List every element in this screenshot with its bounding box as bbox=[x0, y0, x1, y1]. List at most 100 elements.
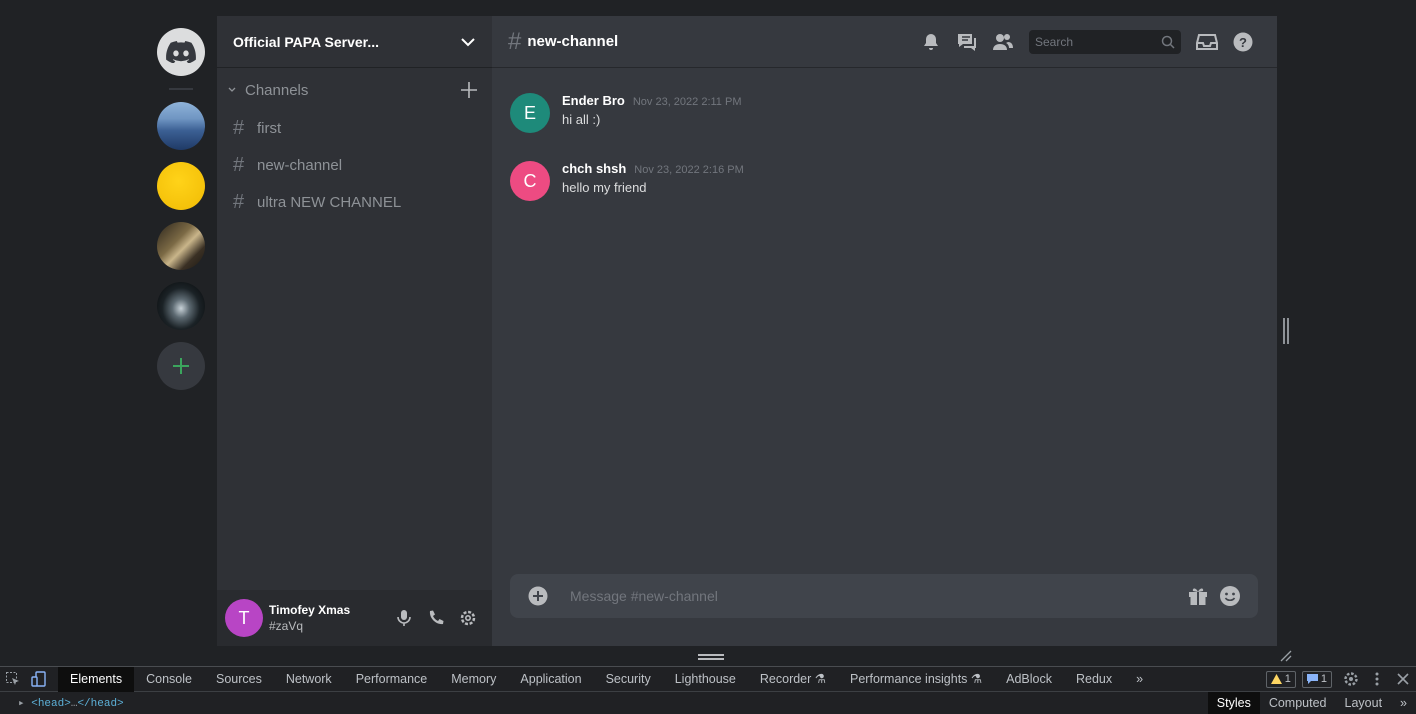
bell-icon bbox=[924, 33, 938, 50]
warning-icon bbox=[1270, 674, 1282, 684]
chevron-down-small-icon bbox=[228, 87, 236, 92]
expand-triangle-icon: ▸ bbox=[18, 698, 25, 710]
notification-settings-button[interactable] bbox=[913, 30, 949, 54]
plus-circle-icon bbox=[528, 586, 548, 606]
mute-button[interactable] bbox=[388, 602, 420, 634]
help-button[interactable]: ? bbox=[1225, 30, 1261, 54]
server-rail bbox=[146, 16, 217, 646]
discord-logo-icon bbox=[166, 41, 196, 63]
add-server-button[interactable] bbox=[157, 342, 205, 390]
message-text: hello my friend bbox=[562, 180, 647, 195]
message-input[interactable] bbox=[570, 588, 1182, 604]
hashtag-icon: # bbox=[508, 27, 522, 55]
tab-performance[interactable]: Performance bbox=[344, 667, 440, 692]
devtools-content-row: ▸ <head>…</head> Styles Computed Layout … bbox=[0, 692, 1416, 714]
threads-button[interactable] bbox=[949, 30, 985, 54]
message-icon bbox=[1306, 674, 1318, 684]
sidebar-tabs: Styles Computed Layout » bbox=[1207, 692, 1416, 714]
message-text: hi all :) bbox=[562, 112, 601, 127]
tab-console[interactable]: Console bbox=[134, 667, 204, 692]
server-icon-2[interactable] bbox=[157, 162, 205, 210]
tab-adblock[interactable]: AdBlock bbox=[994, 667, 1064, 692]
channel-label: ultra NEW CHANNEL bbox=[257, 193, 402, 211]
channel-new-channel[interactable]: # new-channel bbox=[225, 148, 484, 182]
emoji-button[interactable] bbox=[1214, 580, 1246, 612]
vertical-dots-icon bbox=[1375, 672, 1379, 686]
messages-badge[interactable]: 1 bbox=[1301, 670, 1332, 688]
close-devtools-button[interactable] bbox=[1390, 667, 1416, 692]
message-timestamp: Nov 23, 2022 2:11 PM bbox=[632, 96, 742, 108]
device-toolbar-button[interactable] bbox=[26, 667, 52, 692]
channel-ultra-new-channel[interactable]: # ultra NEW CHANNEL bbox=[225, 185, 484, 219]
devtools-resize-handle[interactable] bbox=[698, 654, 724, 660]
message-header: chch shsh Nov 23, 2022 2:16 PM bbox=[562, 161, 744, 176]
devtools-panel: Elements Console Sources Network Perform… bbox=[0, 666, 1416, 714]
tab-memory[interactable]: Memory bbox=[439, 667, 508, 692]
user-name: Timofey Xmas bbox=[269, 603, 351, 617]
message-composer bbox=[510, 574, 1258, 618]
message-avatar[interactable]: E bbox=[510, 93, 550, 133]
message-body: Ender Bro Nov 23, 2022 2:11 PM hi all :) bbox=[562, 93, 742, 133]
tab-lighthouse[interactable]: Lighthouse bbox=[663, 667, 748, 692]
message-avatar[interactable]: C bbox=[510, 161, 550, 201]
server-header[interactable]: Official PAPA Server... bbox=[217, 16, 492, 68]
user-settings-button[interactable] bbox=[452, 602, 484, 634]
home-server-button[interactable] bbox=[157, 28, 205, 76]
tab-elements[interactable]: Elements bbox=[58, 666, 135, 692]
warning-badge[interactable]: 1 bbox=[1265, 670, 1296, 688]
tab-styles[interactable]: Styles bbox=[1207, 692, 1260, 714]
tab-application[interactable]: Application bbox=[508, 667, 593, 692]
call-button[interactable] bbox=[420, 602, 452, 634]
channels-category[interactable]: Channels bbox=[217, 72, 492, 108]
message-timestamp: Nov 23, 2022 2:16 PM bbox=[634, 164, 744, 176]
more-tabs-chevron-icon[interactable]: » bbox=[1124, 667, 1155, 692]
inspect-cursor-icon bbox=[6, 672, 19, 685]
threads-icon bbox=[958, 33, 976, 51]
search-box[interactable] bbox=[1029, 29, 1181, 54]
tab-label: Recorder bbox=[759, 671, 812, 686]
vertical-resize-handle[interactable] bbox=[1283, 318, 1289, 344]
server-icon-1[interactable] bbox=[157, 102, 205, 150]
inspect-element-button[interactable] bbox=[0, 667, 26, 692]
message-author[interactable]: Ender Bro bbox=[562, 93, 625, 108]
chevron-down-icon bbox=[461, 37, 475, 46]
search-input[interactable] bbox=[1035, 34, 1161, 49]
devtools-tabbar: Elements Console Sources Network Perform… bbox=[0, 666, 1416, 692]
devtools-settings-button[interactable] bbox=[1338, 667, 1364, 692]
tab-security[interactable]: Security bbox=[594, 667, 663, 692]
more-side-tabs-chevron-icon[interactable]: » bbox=[1391, 692, 1416, 714]
tab-sources[interactable]: Sources bbox=[204, 667, 274, 692]
tab-performance-insights[interactable]: Performance insights ⚗ bbox=[838, 667, 994, 692]
gift-button[interactable] bbox=[1182, 580, 1214, 612]
server-icon-3[interactable] bbox=[157, 222, 205, 270]
server-name: Official PAPA Server... bbox=[233, 33, 380, 50]
hashtag-icon: # bbox=[233, 153, 245, 176]
dom-tree-node[interactable]: ▸ <head>…</head> bbox=[18, 696, 124, 710]
tab-computed[interactable]: Computed bbox=[1260, 692, 1336, 714]
server-icon-4[interactable] bbox=[157, 282, 205, 330]
user-panel: T Timofey Xmas #zaVq bbox=[217, 590, 492, 646]
head-close-tag: </head> bbox=[77, 698, 124, 710]
tab-redux[interactable]: Redux bbox=[1064, 667, 1124, 692]
tab-layout[interactable]: Layout bbox=[1336, 692, 1392, 714]
app-window: Official PAPA Server... Channels # first… bbox=[0, 0, 1416, 666]
tab-label: Performance insights bbox=[850, 671, 968, 686]
hashtag-icon: # bbox=[233, 190, 245, 213]
message-author[interactable]: chch shsh bbox=[562, 161, 626, 176]
add-channel-icon[interactable] bbox=[460, 81, 478, 99]
search-icon bbox=[1161, 35, 1175, 49]
user-avatar[interactable]: T bbox=[225, 599, 263, 637]
corner-resize-icon[interactable] bbox=[1280, 650, 1292, 662]
inbox-button[interactable] bbox=[1189, 30, 1225, 54]
chat-header: # new-channel ? bbox=[492, 16, 1277, 68]
devtools-menu-button[interactable] bbox=[1364, 667, 1390, 692]
category-label: Channels bbox=[245, 81, 309, 99]
tab-recorder[interactable]: Recorder ⚗ bbox=[748, 667, 838, 692]
attach-button[interactable] bbox=[522, 580, 554, 612]
user-info[interactable]: Timofey Xmas #zaVq bbox=[269, 602, 388, 634]
member-list-button[interactable] bbox=[985, 30, 1021, 54]
plus-icon bbox=[173, 358, 189, 374]
tab-network[interactable]: Network bbox=[274, 667, 344, 692]
channel-sidebar: Official PAPA Server... Channels # first… bbox=[217, 16, 492, 646]
channel-first[interactable]: # first bbox=[225, 111, 484, 145]
